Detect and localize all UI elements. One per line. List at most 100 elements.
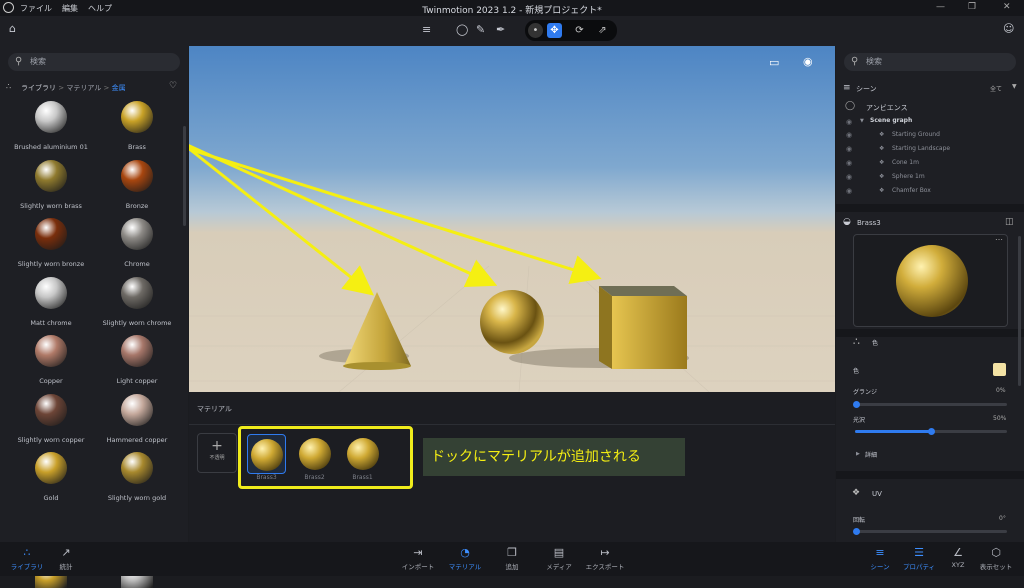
visibility-icon[interactable]: ◉ xyxy=(846,173,852,181)
minimize-icon[interactable]: — xyxy=(936,2,945,12)
nav-label: XYZ xyxy=(951,561,965,569)
material-dock: マテリアル + 不透明 Brass3 Brass2 Brass1 ドックにマテリアル… xyxy=(189,392,835,542)
slider-handle[interactable] xyxy=(853,528,860,535)
rotate-icon[interactable]: ⟳ xyxy=(572,23,587,38)
move-icon[interactable]: ✥ xyxy=(547,23,562,38)
materials-icon[interactable]: ◯ xyxy=(456,23,468,36)
favorite-icon[interactable]: ♡ xyxy=(169,81,177,91)
gloss-slider[interactable] xyxy=(855,428,1007,435)
filter-dropdown[interactable]: 全て xyxy=(990,84,1002,93)
material-tile[interactable]: Slightly worn chrome xyxy=(94,276,180,327)
layers-icon[interactable]: ≡ xyxy=(422,23,431,36)
scene-render xyxy=(189,144,835,392)
breadcrumb-root[interactable]: ライブラリ xyxy=(21,84,56,92)
material-tile[interactable]: Chrome xyxy=(94,218,180,268)
dock-label: マテリアル xyxy=(197,405,232,413)
scene-tree-item[interactable]: Chamfer Box xyxy=(892,187,931,194)
scene-tree-item[interactable]: Starting Landscape xyxy=(892,145,950,152)
material-preview[interactable]: … xyxy=(853,233,1008,327)
divider xyxy=(189,424,835,425)
properties-panel: ⚲ 検索 ≡ シーン 全て ▼ ◯ アンビエンス ◉ ▼ Scene graph… xyxy=(836,46,1024,542)
breadcrumb-separator: > xyxy=(103,84,110,92)
nav-label: ライブラリ xyxy=(10,563,44,571)
chevron-down-icon[interactable]: ▼ xyxy=(1012,83,1017,90)
material-tile[interactable]: Brushed aluminium 01 xyxy=(8,101,94,151)
slider-handle[interactable] xyxy=(928,428,935,435)
visibility-icon[interactable]: ◉ xyxy=(846,145,852,153)
paint-icon[interactable]: ✒ xyxy=(496,23,505,36)
nav-export[interactable]: ↦ エクスポート xyxy=(580,546,630,571)
material-tile[interactable]: Slightly worn copper xyxy=(8,393,94,444)
rotation-label: 回転 xyxy=(853,517,866,524)
scale-icon[interactable]: ⇗ xyxy=(595,23,610,38)
add-material-button[interactable]: + 不透明 xyxy=(197,433,237,473)
nav-stats[interactable]: ↗ 統計 xyxy=(41,546,91,571)
nav-add[interactable]: ❐ 追加 xyxy=(487,546,537,571)
material-tile[interactable]: Light copper xyxy=(94,335,180,385)
dock-material-item[interactable] xyxy=(247,434,286,474)
eye-icon[interactable]: ◉ xyxy=(803,55,813,68)
dock-material-item[interactable] xyxy=(343,434,382,474)
material-label: Matt chrome xyxy=(30,318,72,327)
globe-icon: ◯ xyxy=(845,101,856,111)
material-tile[interactable]: Matt chrome xyxy=(8,276,94,327)
panel-toggle-icon[interactable]: ▭ xyxy=(769,56,779,69)
visibility-icon[interactable]: ◉ xyxy=(846,118,852,126)
ambience-item[interactable]: アンビエンス xyxy=(866,103,908,113)
material-tile[interactable]: Gold xyxy=(8,452,94,502)
orbit-icon[interactable]: • xyxy=(528,23,543,38)
material-thumbnail xyxy=(121,159,153,192)
color-swatch[interactable] xyxy=(993,363,1006,376)
rotation-slider[interactable] xyxy=(853,528,1007,535)
expand-icon[interactable]: ▶ xyxy=(856,451,860,457)
visibility-icon[interactable]: ◉ xyxy=(846,159,852,167)
library-search-input[interactable]: ⚲ 検索 xyxy=(8,53,180,71)
material-tile[interactable]: Slightly worn brass xyxy=(8,159,94,210)
brush-icon[interactable]: ✎ xyxy=(476,23,485,36)
dock-material-item[interactable] xyxy=(295,434,334,474)
nav-media[interactable]: ▤ メディア xyxy=(534,546,584,571)
nav-label: 表示セット xyxy=(979,563,1013,571)
more-icon[interactable]: … xyxy=(995,233,1003,242)
material-tile[interactable]: Bronze xyxy=(94,159,180,210)
user-icon[interactable]: ☺ xyxy=(1003,22,1014,35)
visibility-icon[interactable]: ◉ xyxy=(846,187,852,195)
details-toggle[interactable]: 詳細 xyxy=(865,450,877,459)
breadcrumb: ライブラリ > マテリアル > 金属 xyxy=(21,83,126,93)
restore-icon[interactable]: ❐ xyxy=(968,2,976,12)
scene-tree-item[interactable]: Cone 1m xyxy=(892,159,919,166)
nav-view-set[interactable]: ⬡ 表示セット xyxy=(971,546,1021,571)
material-label: Bronze xyxy=(125,201,149,210)
nav-import[interactable]: ⇥ インポート xyxy=(393,546,443,571)
grunge-slider[interactable] xyxy=(853,401,1007,408)
breadcrumb-current[interactable]: 金属 xyxy=(112,84,126,92)
list-icon: ≡ xyxy=(843,83,851,93)
visibility-icon[interactable]: ◉ xyxy=(846,131,852,139)
scrollbar[interactable] xyxy=(183,126,186,226)
panel-toggle-icon[interactable]: ◫ xyxy=(1005,217,1014,227)
material-tile[interactable]: Brass xyxy=(94,101,180,151)
scrollbar[interactable] xyxy=(1018,236,1021,386)
material-tile[interactable]: Hammered copper xyxy=(94,393,180,444)
home-icon[interactable]: ⌂ xyxy=(9,22,16,35)
material-tile[interactable]: Slightly worn gold xyxy=(94,452,180,502)
scene-search-input[interactable]: ⚲ 検索 xyxy=(844,53,1016,71)
scene-tree-item[interactable]: Starting Ground xyxy=(892,131,940,138)
breadcrumb-materials[interactable]: マテリアル xyxy=(66,84,101,92)
3d-viewport[interactable]: ▭ ◉ xyxy=(189,46,835,392)
material-tile[interactable]: Slightly worn bronze xyxy=(8,218,94,268)
slider-handle[interactable] xyxy=(853,401,860,408)
rotation-value: 0° xyxy=(999,515,1006,522)
import-icon: ⇥ xyxy=(413,546,423,559)
material-label: Light copper xyxy=(116,377,158,385)
nav-material[interactable]: ◔ マテリアル xyxy=(440,546,490,571)
close-icon[interactable]: ✕ xyxy=(1003,2,1011,12)
nav-label: メディア xyxy=(546,563,572,571)
color-section-label: 色 xyxy=(872,340,879,347)
material-tile[interactable]: Copper xyxy=(8,335,94,385)
annotation-arrows xyxy=(189,144,602,296)
scene-tree-item[interactable]: Sphere 1m xyxy=(892,173,925,180)
expand-icon[interactable]: ▼ xyxy=(860,118,864,124)
view-set-icon: ⬡ xyxy=(991,546,1001,559)
scene-graph-item[interactable]: Scene graph xyxy=(870,117,912,124)
